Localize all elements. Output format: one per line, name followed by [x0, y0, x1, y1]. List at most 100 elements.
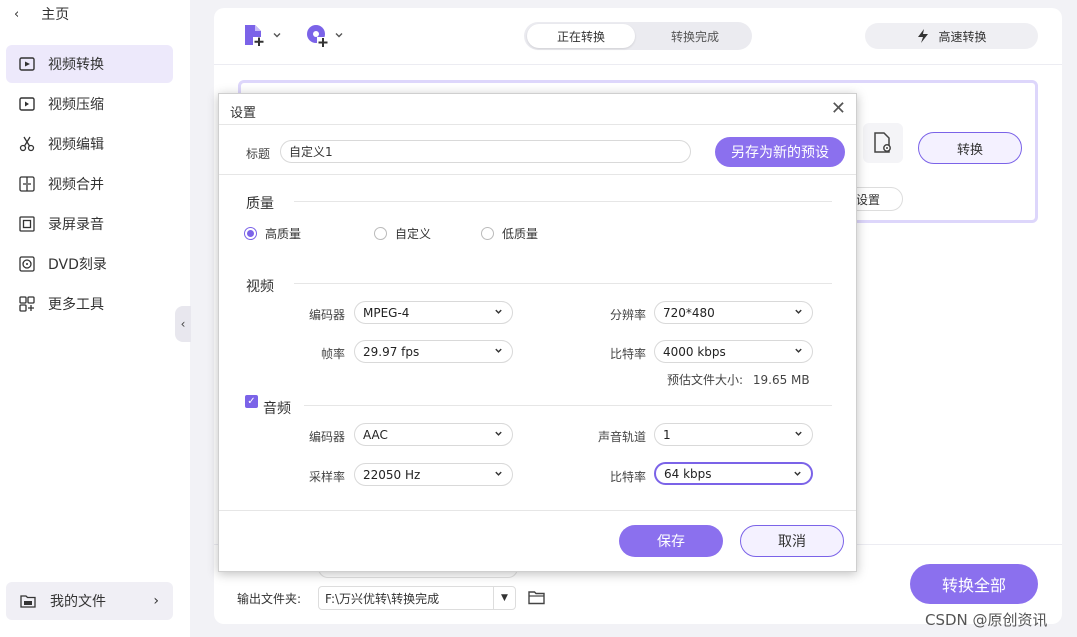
checkmark-icon: ✓: [247, 396, 256, 407]
select-value: 1: [663, 427, 671, 442]
footer-divider: [219, 510, 856, 511]
section-divider: [304, 405, 832, 406]
dialog-title: 设置: [230, 106, 257, 121]
audio-section-title: 音频: [263, 401, 291, 417]
chevron-down-icon: [335, 33, 343, 38]
lightning-icon: [918, 29, 929, 43]
sidebar-item-label: 视频压缩: [48, 97, 104, 113]
sidebar-item-video-convert[interactable]: 视频转换: [6, 45, 173, 83]
fast-convert-button[interactable]: 高速转换: [865, 23, 1038, 49]
chevron-down-icon: [794, 471, 801, 476]
add-file-button[interactable]: [242, 22, 282, 48]
chevron-down-icon: [795, 348, 802, 353]
dvd-icon: [19, 256, 35, 272]
chevron-right-icon: ›: [153, 593, 159, 609]
save-button[interactable]: 保存: [619, 525, 723, 557]
watermark-text: CSDN @原创资讯: [925, 611, 1048, 629]
screen-record-icon: [19, 216, 35, 232]
home-label: 主页: [41, 7, 70, 23]
sidebar: ‹ 主页 视频转换 视频压缩 视频编辑 视频合并 录屏录音 DVD刻录 更多工具…: [0, 0, 190, 637]
audio-encoder-select[interactable]: AAC: [354, 423, 513, 446]
output-folder-label: 输出文件夹:: [237, 592, 302, 606]
convert-all-button[interactable]: 转换全部: [910, 564, 1038, 604]
audio-channel-label: 声音轨道: [597, 430, 646, 444]
video-convert-icon: [19, 57, 35, 71]
select-value: 4000 kbps: [663, 344, 726, 359]
preset-name-label: 标题: [246, 147, 271, 161]
radio-selected-icon: [244, 227, 257, 240]
chevron-down-icon: ▼: [493, 587, 515, 609]
estimated-size: 预估文件大小: 19.65 MB: [667, 371, 810, 388]
grid-icon: [19, 296, 35, 312]
chevron-down-icon: [273, 33, 281, 38]
sidebar-item-screen-record[interactable]: 录屏录音: [6, 205, 173, 243]
quality-high-radio[interactable]: 高质量: [244, 225, 301, 242]
conversion-status-tabs: 正在转换 转换完成: [524, 22, 752, 50]
close-icon[interactable]: ✕: [831, 98, 846, 119]
chevron-down-icon: [795, 431, 802, 436]
add-disc-button[interactable]: [304, 22, 344, 48]
samplerate-select[interactable]: 22050 Hz: [354, 463, 513, 486]
framerate-select[interactable]: 29.97 fps: [354, 340, 513, 363]
radio-label: 高质量: [265, 227, 302, 241]
select-value: 29.97 fps: [363, 344, 420, 359]
sidebar-item-label: 更多工具: [48, 297, 104, 313]
output-folder-select[interactable]: F:\万兴优转\转换完成 ▼: [318, 586, 516, 610]
sidebar-item-label: 录屏录音: [48, 217, 104, 233]
audio-bitrate-label: 比特率: [609, 470, 646, 484]
home-link[interactable]: ‹ 主页: [14, 4, 69, 24]
sidebar-item-dvd-burn[interactable]: DVD刻录: [6, 245, 173, 283]
output-settings-button[interactable]: [863, 123, 903, 163]
framerate-label: 帧率: [320, 347, 345, 361]
output-folder-path: F:\万兴优转\转换完成: [325, 591, 440, 606]
quality-custom-radio[interactable]: 自定义: [374, 225, 431, 242]
select-value: 720*480: [663, 305, 715, 320]
sidebar-item-label: 视频转换: [48, 57, 104, 73]
chevron-left-icon: ‹: [14, 6, 20, 22]
file-settings-icon: [874, 132, 891, 153]
audio-bitrate-select[interactable]: 64 kbps: [654, 462, 813, 485]
sidebar-item-label: 视频合并: [48, 177, 104, 193]
estimated-size-label: 预估文件大小:: [667, 373, 744, 387]
quality-section-title: 质量: [246, 196, 274, 212]
preset-name-input[interactable]: 自定义1: [280, 140, 691, 163]
sidebar-item-video-edit[interactable]: 视频编辑: [6, 125, 173, 163]
radio-label: 低质量: [502, 227, 539, 241]
select-value: MPEG-4: [363, 305, 410, 320]
convert-button[interactable]: 转换: [918, 132, 1022, 164]
estimated-size-value: 19.65 MB: [752, 373, 810, 387]
my-files-label: 我的文件: [50, 594, 106, 610]
resolution-select[interactable]: 720*480: [654, 301, 813, 324]
section-divider: [294, 283, 832, 284]
select-value: AAC: [363, 427, 388, 442]
chevron-down-icon: [495, 309, 502, 314]
folder-icon: [20, 595, 36, 608]
tab-converted[interactable]: 转换完成: [641, 24, 749, 48]
tab-converting[interactable]: 正在转换: [527, 24, 635, 48]
sidebar-item-more-tools[interactable]: 更多工具: [6, 285, 173, 323]
save-as-preset-button[interactable]: 另存为新的预设: [715, 137, 845, 167]
section-divider: [294, 201, 832, 202]
sidebar-item-label: DVD刻录: [48, 257, 107, 273]
add-disc-icon: [307, 25, 329, 48]
resolution-label: 分辨率: [609, 308, 646, 322]
video-compress-icon: [19, 97, 35, 111]
video-bitrate-label: 比特率: [609, 347, 646, 361]
settings-dialog: 设置 ✕ 标题 自定义1 另存为新的预设 质量 高质量 自定义 低质量 视频 编…: [218, 93, 857, 572]
sidebar-item-video-merge[interactable]: 视频合并: [6, 165, 173, 203]
video-bitrate-select[interactable]: 4000 kbps: [654, 340, 813, 363]
scissors-icon: [19, 136, 35, 152]
radio-label: 自定义: [395, 227, 432, 241]
video-encoder-select[interactable]: MPEG-4: [354, 301, 513, 324]
radio-icon: [374, 227, 387, 240]
toolbar-divider: [214, 64, 1062, 65]
sidebar-collapse-handle[interactable]: ‹: [175, 306, 191, 342]
quality-low-radio[interactable]: 低质量: [481, 225, 538, 242]
audio-channel-select[interactable]: 1: [654, 423, 813, 446]
my-files-button[interactable]: 我的文件 ›: [6, 582, 173, 620]
select-value: 64 kbps: [664, 466, 712, 481]
audio-checkbox[interactable]: ✓: [245, 395, 258, 408]
sidebar-item-video-compress[interactable]: 视频压缩: [6, 85, 173, 123]
cancel-button[interactable]: 取消: [740, 525, 844, 557]
open-folder-icon[interactable]: [528, 590, 546, 605]
